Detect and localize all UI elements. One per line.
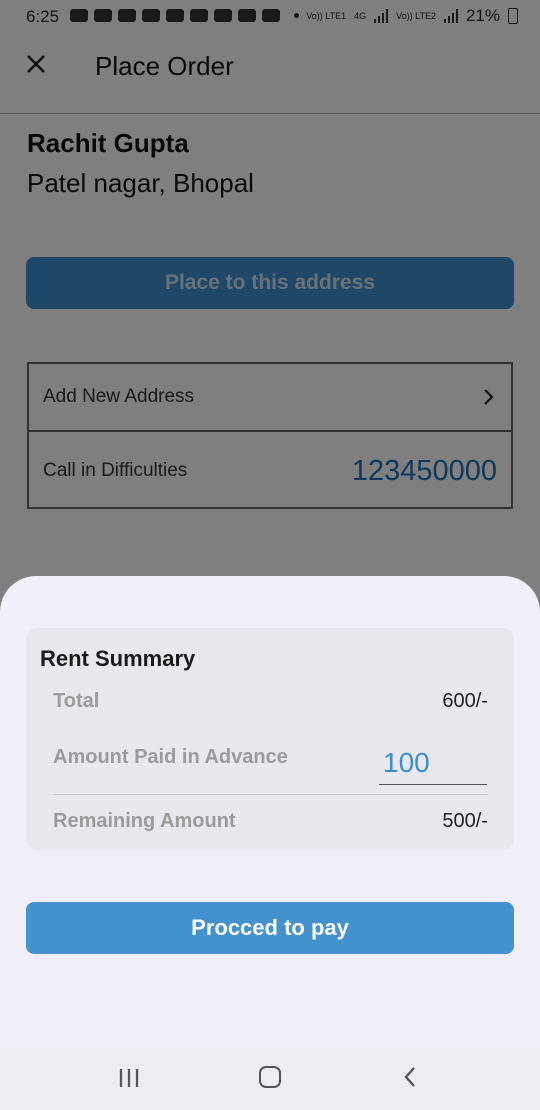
rent-summary-title: Rent Summary [40, 646, 196, 671]
advance-label: Amount Paid in Advance [53, 746, 288, 768]
total-value: 600/- [442, 690, 488, 712]
rent-summary-sheet: Rent Summary Total 600/- Amount Paid in … [0, 576, 540, 1110]
total-label: Total [53, 690, 100, 712]
system-nav-bar [0, 1048, 540, 1110]
screen: 6:25 Vo)) LTE1 4G Vo)) LTE2 21% [0, 0, 540, 1110]
recents-icon[interactable] [118, 1067, 140, 1089]
advance-amount-input[interactable]: 100 [379, 747, 487, 785]
home-icon[interactable] [259, 1066, 281, 1088]
rent-summary-card: Rent Summary Total 600/- Amount Paid in … [26, 628, 514, 850]
remaining-label: Remaining Amount [53, 810, 236, 832]
remaining-value: 500/- [442, 810, 488, 832]
summary-divider [53, 794, 488, 795]
proceed-to-pay-button[interactable]: Procced to pay [26, 902, 514, 954]
back-icon[interactable] [402, 1064, 418, 1090]
